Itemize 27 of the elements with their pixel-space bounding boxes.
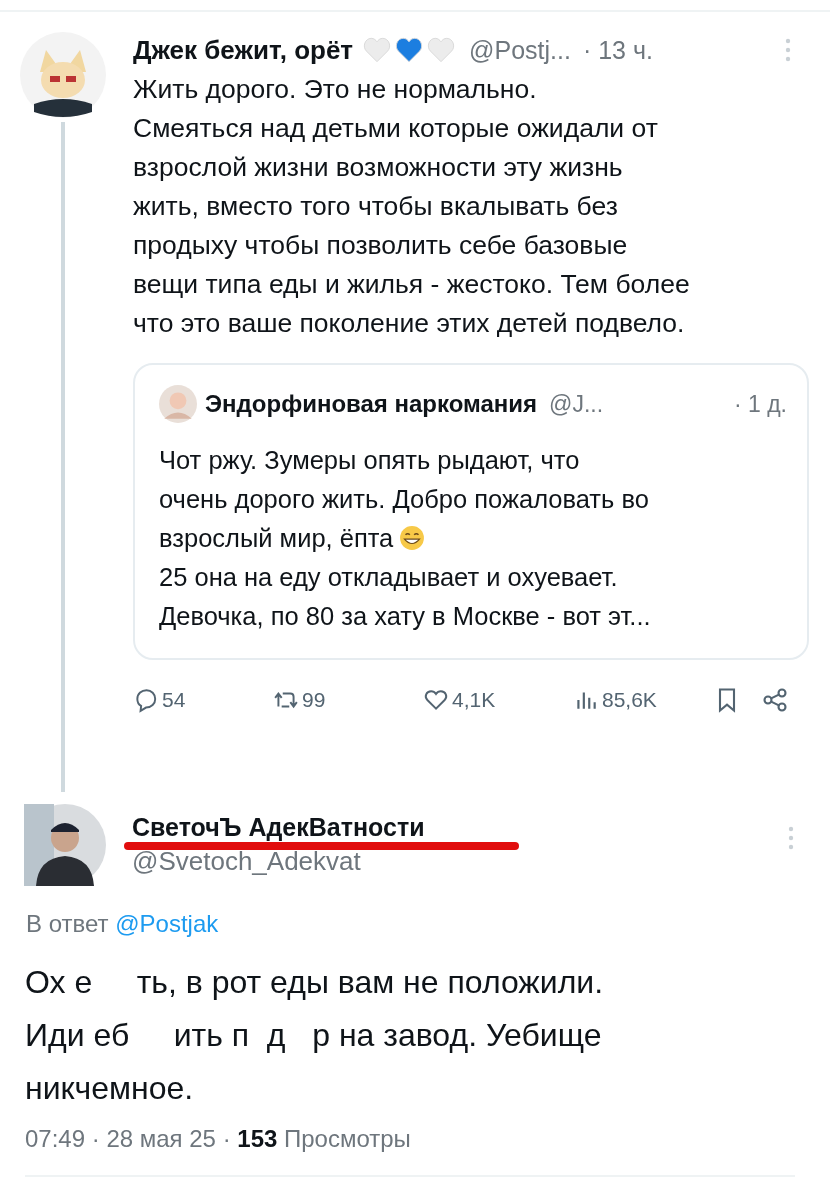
quoted-text: Чот ржу. Зумеры опять рыдают, что очень дорого жить. Добро пожаловать во взрослый мир, ёпта 25 она на еду откладывает и охуевает. Девочка, по 80 за хату в Москве - вот эт...: [159, 445, 652, 632]
reply-button[interactable]: 54: [133, 687, 273, 713]
views-label: Просмотры: [284, 1125, 411, 1152]
heart-icon: [423, 687, 449, 713]
author-handle[interactable]: @Svetoch_Adekvat: [132, 846, 519, 876]
avatar[interactable]: [20, 32, 106, 118]
view-count: 153: [237, 1125, 278, 1152]
reply-text: Ох е ть, в рот еды вам не положили. Иди еб ить п д р на завод. Уебище никчемное.: [25, 963, 605, 1108]
post-time: 07:49 · 28 мая 25 ·: [25, 1125, 231, 1152]
avatar[interactable]: [24, 804, 106, 886]
share-icon[interactable]: [761, 686, 789, 714]
post-time: · 13 ч.: [582, 35, 653, 65]
grin-emoji-icon: [399, 525, 426, 551]
views-button[interactable]: 85,6K: [573, 687, 713, 713]
author-handle: @J...: [549, 390, 604, 418]
like-button[interactable]: 4,1K: [423, 687, 573, 713]
avatar: [159, 385, 197, 423]
post-time: · 1 д.: [733, 390, 787, 418]
quoted-tweet[interactable]: [133, 363, 809, 660]
tweet-text: Жить дорого. Это не нормально. Смеяться над детьми которые ожидали от взрослой жизни возможности эту жизнь жить, вместо того чтобы вкалывать без продыху чтобы позволить себе базовые вещи типа еды и жилья - жестоко. Тем более что это ваше поколение этих детей подвело.: [133, 73, 691, 340]
author-name[interactable]: Джек бежит, орёт: [133, 34, 354, 66]
repost-button[interactable]: 99: [273, 687, 423, 713]
author-handle[interactable]: @Postj...: [469, 35, 571, 65]
comment-icon: [133, 687, 159, 713]
author-name: Эндорфиновая наркомания: [205, 390, 538, 418]
author-name[interactable]: СветочЪ АдекВатности: [132, 812, 519, 842]
reply-label: В ответ: [26, 910, 109, 937]
